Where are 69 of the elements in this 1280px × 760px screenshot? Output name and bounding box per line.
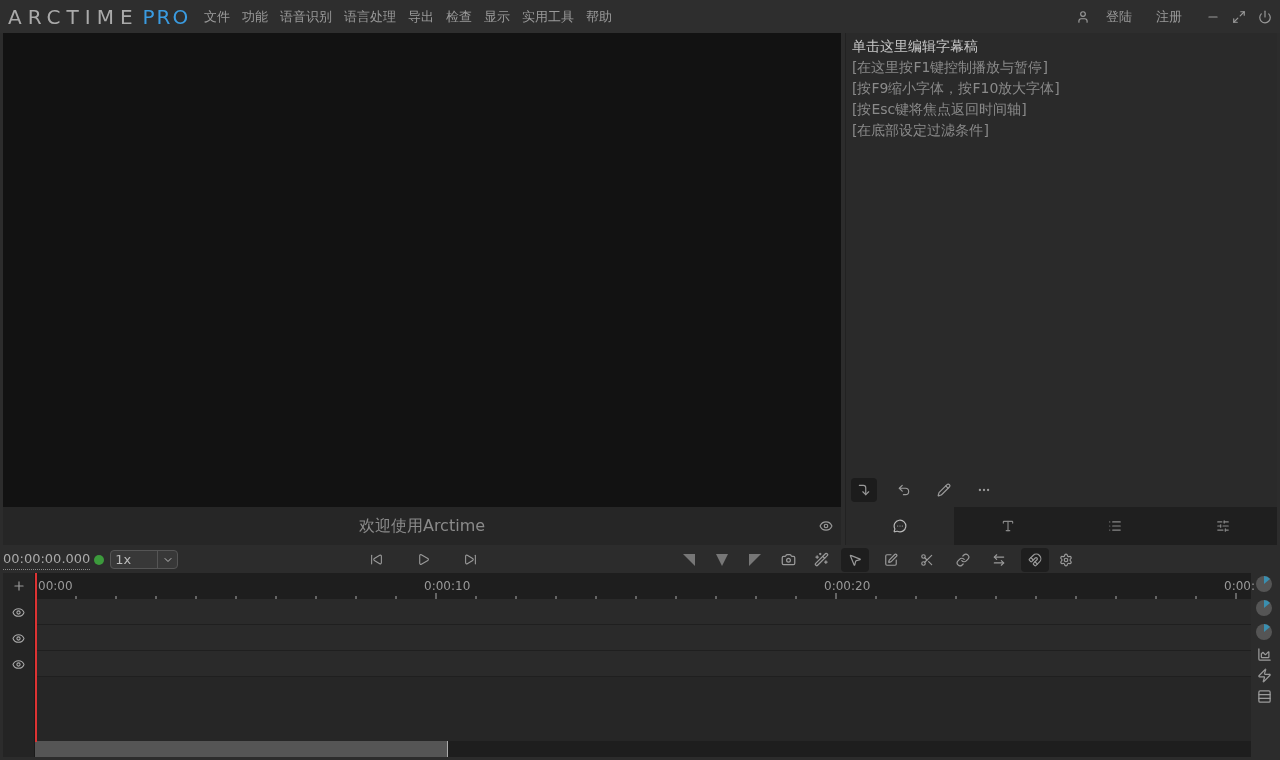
account-link[interactable]: 登陆 [1106, 6, 1132, 27]
editor-tool-button[interactable] [851, 478, 877, 502]
menu-item[interactable]: 实用工具 [516, 6, 581, 27]
speed-select[interactable]: 1x [110, 550, 179, 569]
track-visibility-icon[interactable] [12, 631, 25, 645]
wand-icon[interactable] [814, 552, 830, 567]
editor-line: 单击这里编辑字幕稿 [852, 37, 979, 56]
undo-icon [897, 483, 911, 497]
app-logo-edition: PRO [142, 3, 191, 31]
pointer-icon [848, 552, 863, 567]
app-logo: ARCTIME [8, 3, 139, 31]
link-icon [956, 552, 971, 567]
pencil-icon [937, 483, 951, 497]
menu-item[interactable]: 检查 [440, 6, 479, 27]
scrollbar-thumb[interactable] [35, 741, 449, 757]
account-link[interactable]: 注册 [1156, 6, 1182, 27]
editor-line: [按F9缩小字体，按F10放大字体] [852, 79, 1061, 98]
settings-icon[interactable] [1059, 552, 1074, 567]
user-icon [1076, 9, 1090, 24]
scrollbar-track[interactable] [35, 741, 1251, 757]
scissors-icon [920, 552, 935, 567]
menu-item[interactable]: 语言处理 [338, 6, 403, 27]
ruler-label: 0:00:20 [824, 578, 871, 595]
settings-icon [1216, 519, 1231, 533]
list-icon [1108, 519, 1123, 533]
track-row[interactable] [35, 599, 1251, 625]
time-display: 00:00:00.000 [3, 549, 91, 570]
menu-item[interactable]: 显示 [478, 6, 517, 27]
mark-down-icon[interactable] [716, 553, 729, 566]
add-track-icon[interactable] [11, 579, 26, 593]
eye-icon[interactable] [819, 519, 833, 533]
video-caption: 欢迎使用Arctime [358, 515, 486, 537]
previous-icon[interactable] [370, 553, 384, 566]
play-icon[interactable] [417, 553, 431, 566]
power-icon[interactable] [1258, 9, 1272, 24]
track-visibility-icon[interactable] [12, 605, 25, 619]
camera-icon[interactable] [781, 552, 797, 567]
track-row[interactable] [35, 651, 1251, 677]
ruler-label: 0:00:10 [424, 578, 471, 595]
dial-icon[interactable] [1255, 623, 1273, 641]
menu-item[interactable]: 帮助 [580, 6, 619, 27]
track-visibility-icon[interactable] [12, 657, 25, 671]
dial-icon[interactable] [1255, 599, 1273, 617]
chat-icon [892, 519, 907, 533]
maximize-icon[interactable] [1232, 9, 1246, 24]
font-icon [1000, 519, 1015, 533]
editor-line: [按Esc键将焦点返回时间轴] [852, 100, 1028, 119]
menu-item[interactable]: 文件 [198, 6, 237, 27]
menu-item[interactable]: 导出 [402, 6, 441, 27]
ruler-label: 00:00 [38, 578, 73, 595]
track-row[interactable] [35, 625, 1251, 651]
next-icon[interactable] [464, 553, 478, 566]
ruler-label: 0:00: [1224, 578, 1255, 595]
editor-line: [在底部设定过滤条件] [852, 121, 990, 140]
edit-icon [884, 552, 899, 567]
magnet-icon [1028, 552, 1043, 567]
mark-start-icon[interactable] [683, 553, 696, 566]
dial-icon[interactable] [1255, 575, 1273, 593]
table-icon[interactable] [1256, 689, 1272, 704]
tool-button[interactable] [1021, 547, 1050, 572]
menu-item[interactable]: 功能 [236, 6, 275, 27]
editor-line: [在这里按F1键控制播放与暂停] [852, 58, 1049, 77]
subtitle-editor[interactable]: 单击这里编辑字幕稿 [在这里按F1键控制播放与暂停] [按F9缩小字体，按F10放大字体] [按Esc键将焦点返回时间轴] [在底部设定过滤条件] [846, 33, 1277, 473]
tool-button[interactable] [841, 547, 870, 572]
swap-icon [992, 552, 1007, 567]
lightning-icon[interactable] [1256, 668, 1272, 683]
menu-item[interactable]: 语音识别 [274, 6, 339, 27]
mark-end-icon[interactable] [749, 553, 762, 566]
insert-icon [857, 483, 871, 497]
